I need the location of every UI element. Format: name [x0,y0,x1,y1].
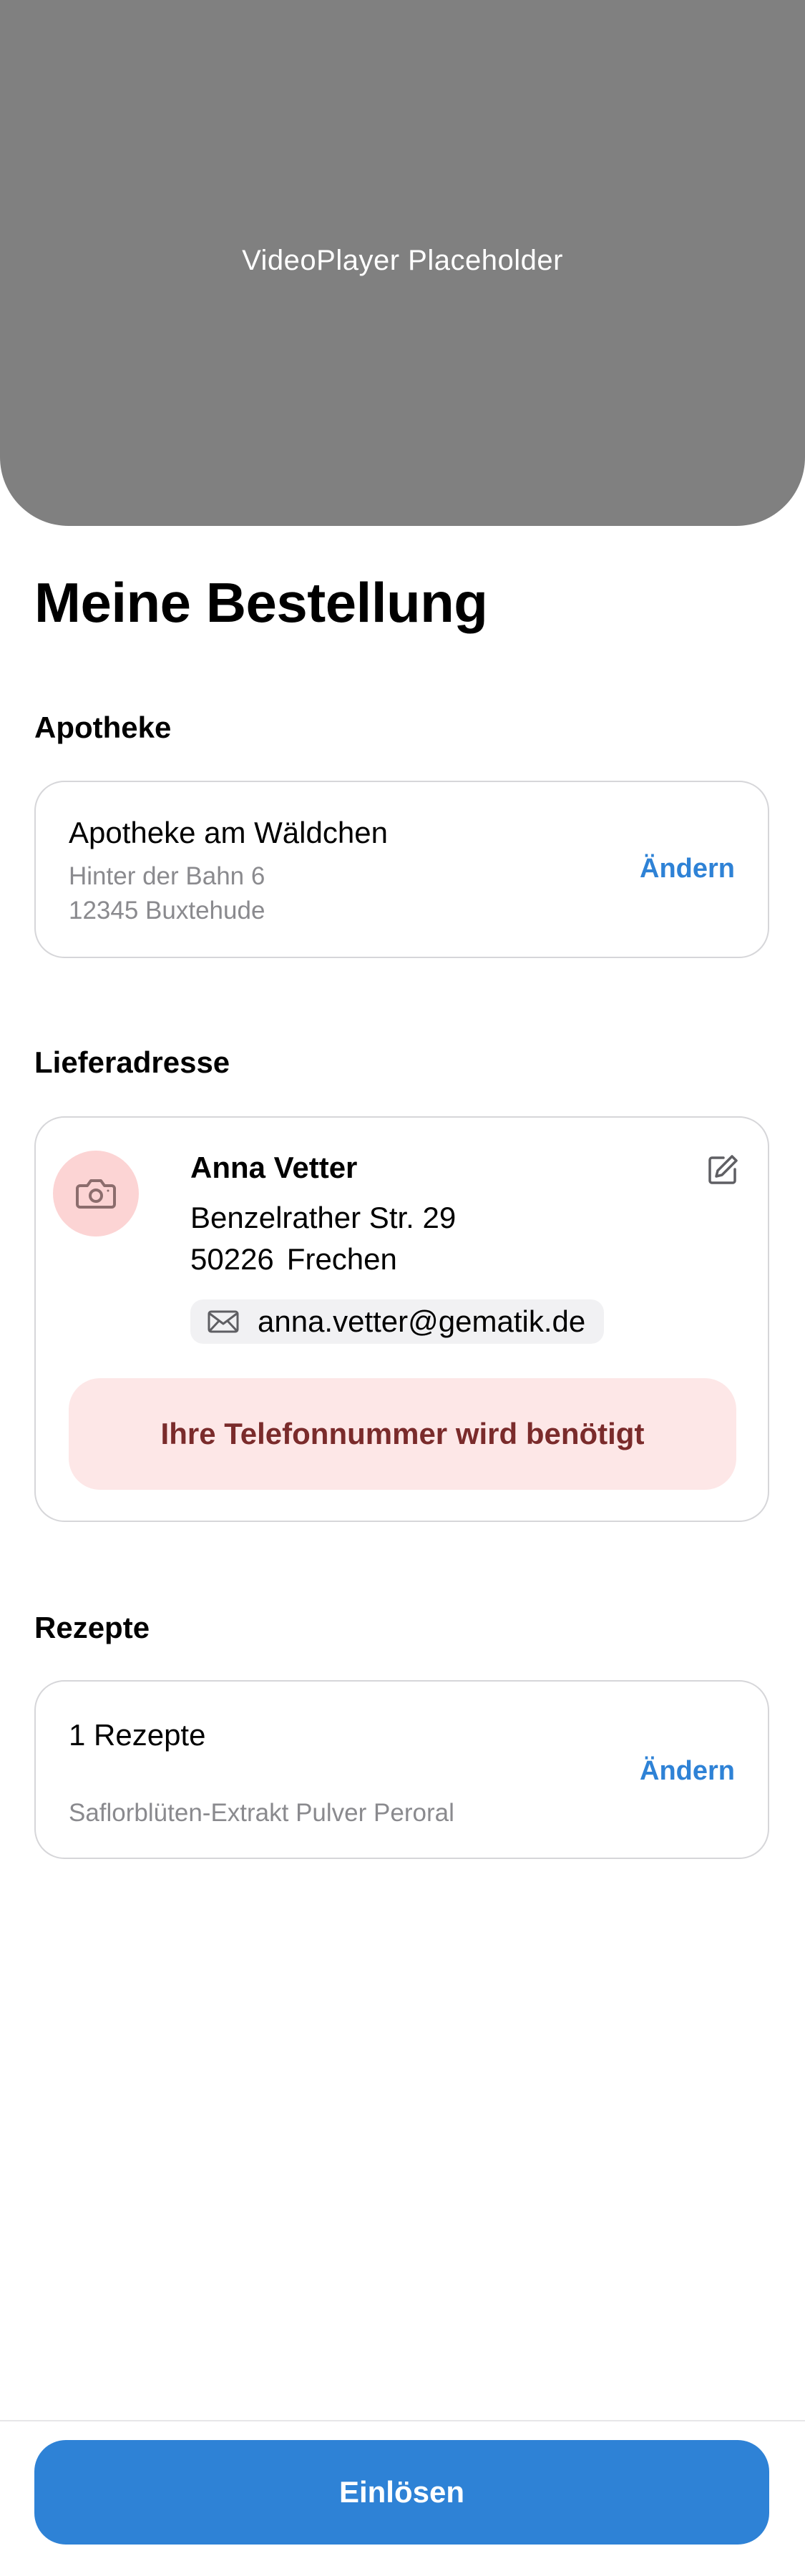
pharmacy-section-label: Apotheke [34,711,172,744]
camera-icon [76,1177,116,1210]
prescription-count: 1 Rezepte [69,1718,206,1752]
submit-button[interactable]: Einlösen [34,2440,769,2545]
phone-required-warning[interactable]: Ihre Telefonnummer wird benötigt [69,1378,736,1490]
page-title: Meine Bestellung [34,571,488,634]
edit-icon[interactable] [706,1153,739,1186]
bottom-action-bar: Einlösen [0,2420,805,2576]
pharmacy-street: Hinter der Bahn 6 [69,862,265,890]
prescriptions-card[interactable]: 1 Rezepte Saflorblüten-Extrakt Pulver Pe… [34,1680,769,1859]
pharmacy-city: 12345 Buxtehude [69,897,265,924]
prescriptions-section-label: Rezepte [34,1611,150,1644]
video-player[interactable]: VideoPlayer Placeholder [0,0,805,526]
recipient-street: Benzelrather Str. 29 [190,1201,457,1234]
avatar[interactable] [53,1151,139,1236]
pharmacy-change-button[interactable]: Ändern [640,854,735,884]
recipient-city-line: 50226 Frechen [190,1242,397,1277]
email-chip[interactable]: anna.vetter@gematik.de [190,1299,605,1344]
delivery-section-label: Lieferadresse [34,1045,230,1079]
pharmacy-name: Apotheke am Wäldchen [69,816,388,849]
prescriptions-change-button[interactable]: Ändern [640,1756,735,1787]
recipient-city: Frechen [286,1242,397,1276]
recipient-name: Anna Vetter [190,1151,358,1184]
pharmacy-card[interactable]: Apotheke am Wäldchen Hinter der Bahn 6 1… [34,781,769,958]
recipient-zip: 50226 [190,1242,274,1276]
order-screen: VideoPlayer Placeholder Meine Bestellung… [0,0,805,2576]
email-value: anna.vetter@gematik.de [258,1304,586,1338]
delivery-card: Anna Vetter Benzelrather Str. 29 50226 Fr… [34,1116,769,1522]
mail-icon [208,1310,239,1333]
prescription-item: Saflorblüten-Extrakt Pulver Peroral [69,1799,454,1827]
video-placeholder-label: VideoPlayer Placeholder [242,245,563,276]
